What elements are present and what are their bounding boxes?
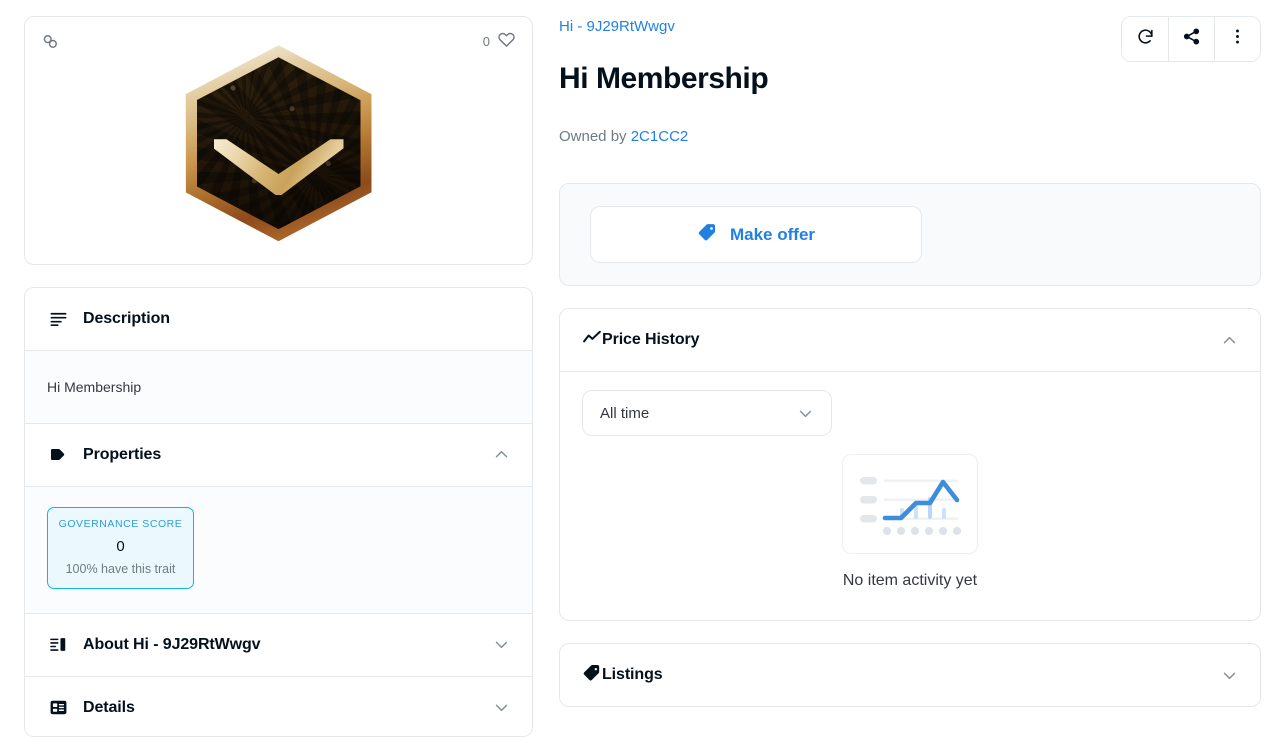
activity-chart-icon xyxy=(582,328,602,353)
owner-line: Owned by 2C1CC2 xyxy=(559,127,768,147)
more-options-button[interactable] xyxy=(1214,17,1260,61)
price-history-body: All time No item activity yet xyxy=(560,372,1260,620)
section-title-description: Description xyxy=(83,309,170,327)
chevron-down-icon[interactable] xyxy=(1221,667,1238,684)
trait-card[interactable]: GOVERNANCE SCORE 0 100% have this trait xyxy=(47,506,194,589)
section-title-about: About Hi - 9J29RtWwgv xyxy=(83,635,261,653)
left-accordion-card: Description Hi Membership Properties GOV… xyxy=(24,286,533,737)
line-chart-placeholder-icon xyxy=(842,454,978,554)
make-offer-button[interactable]: Make offer xyxy=(590,206,922,263)
trait-type: GOVERNANCE SCORE xyxy=(58,517,183,530)
section-header-details[interactable]: Details xyxy=(25,676,532,736)
heart-icon[interactable] xyxy=(497,30,516,52)
refresh-metadata-button[interactable] xyxy=(1122,17,1168,61)
hexagon-membership-badge xyxy=(185,45,372,242)
share-icon xyxy=(1182,27,1201,51)
details-grid-icon xyxy=(47,697,69,719)
share-button[interactable] xyxy=(1168,17,1214,61)
chevron-down-icon xyxy=(797,405,814,422)
chevron-up-icon[interactable] xyxy=(493,446,510,463)
left-column: 0 Description Hi Membership Properties G… xyxy=(24,16,533,737)
offer-panel: Make offer xyxy=(559,183,1261,286)
section-header-about[interactable]: About Hi - 9J29RtWwgv xyxy=(25,613,532,676)
item-media-card: 0 xyxy=(24,16,533,265)
text-lines-icon xyxy=(47,308,69,330)
time-range-value: All time xyxy=(600,404,650,422)
listings-header[interactable]: Listings xyxy=(560,644,1260,706)
favorite-group[interactable]: 0 xyxy=(483,30,516,52)
price-history-header[interactable]: Price History xyxy=(560,309,1260,371)
about-book-icon xyxy=(47,634,69,656)
make-offer-label: Make offer xyxy=(729,224,816,244)
price-history-panel: Price History All time No item activity … xyxy=(559,308,1261,621)
page-title: Hi Membership xyxy=(559,62,769,95)
owner-link[interactable]: 2C1CC2 xyxy=(631,128,689,145)
description-body: Hi Membership xyxy=(25,350,532,423)
collection-link[interactable]: Hi - 9J29RtWwgv xyxy=(559,16,768,38)
right-column: Hi - 9J29RtWwgv Hi Membership Owned by 2… xyxy=(559,16,1267,737)
favorite-count: 0 xyxy=(482,33,490,49)
item-header-text: Hi - 9J29RtWwgv Hi Membership Owned by 2… xyxy=(559,16,769,147)
more-vertical-icon xyxy=(1228,27,1247,51)
tag-filled-icon xyxy=(582,663,602,688)
price-history-empty-state: No item activity yet xyxy=(582,454,1238,590)
price-history-title: Price History xyxy=(602,331,700,348)
section-header-description[interactable]: Description xyxy=(25,287,532,350)
chevron-down-icon[interactable] xyxy=(493,699,510,716)
trait-value: 0 xyxy=(116,537,125,555)
section-header-properties[interactable]: Properties xyxy=(25,423,532,486)
listings-panel: Listings xyxy=(559,643,1261,707)
section-title-details: Details xyxy=(83,698,135,716)
tag-icon xyxy=(697,222,718,248)
item-detail-page: 0 Description Hi Membership Properties G… xyxy=(0,0,1283,737)
chevron-up-icon[interactable] xyxy=(1221,332,1238,349)
refresh-icon xyxy=(1136,27,1155,51)
time-range-select[interactable]: All time xyxy=(582,390,832,436)
chevron-down-icon[interactable] xyxy=(493,636,510,653)
chain-link-icon[interactable] xyxy=(41,32,60,51)
item-actions xyxy=(1121,16,1261,62)
properties-body: GOVERNANCE SCORE 0 100% have this trait xyxy=(25,486,532,613)
trait-rarity: 100% have this trait xyxy=(65,561,176,576)
listings-title: Listings xyxy=(602,666,663,683)
item-header: Hi - 9J29RtWwgv Hi Membership Owned by 2… xyxy=(559,16,1261,147)
section-title-properties: Properties xyxy=(83,445,162,463)
owned-by-label: Owned by xyxy=(559,128,627,145)
price-history-empty-text: No item activity yet xyxy=(842,572,978,589)
tag-filled-icon xyxy=(47,444,69,466)
